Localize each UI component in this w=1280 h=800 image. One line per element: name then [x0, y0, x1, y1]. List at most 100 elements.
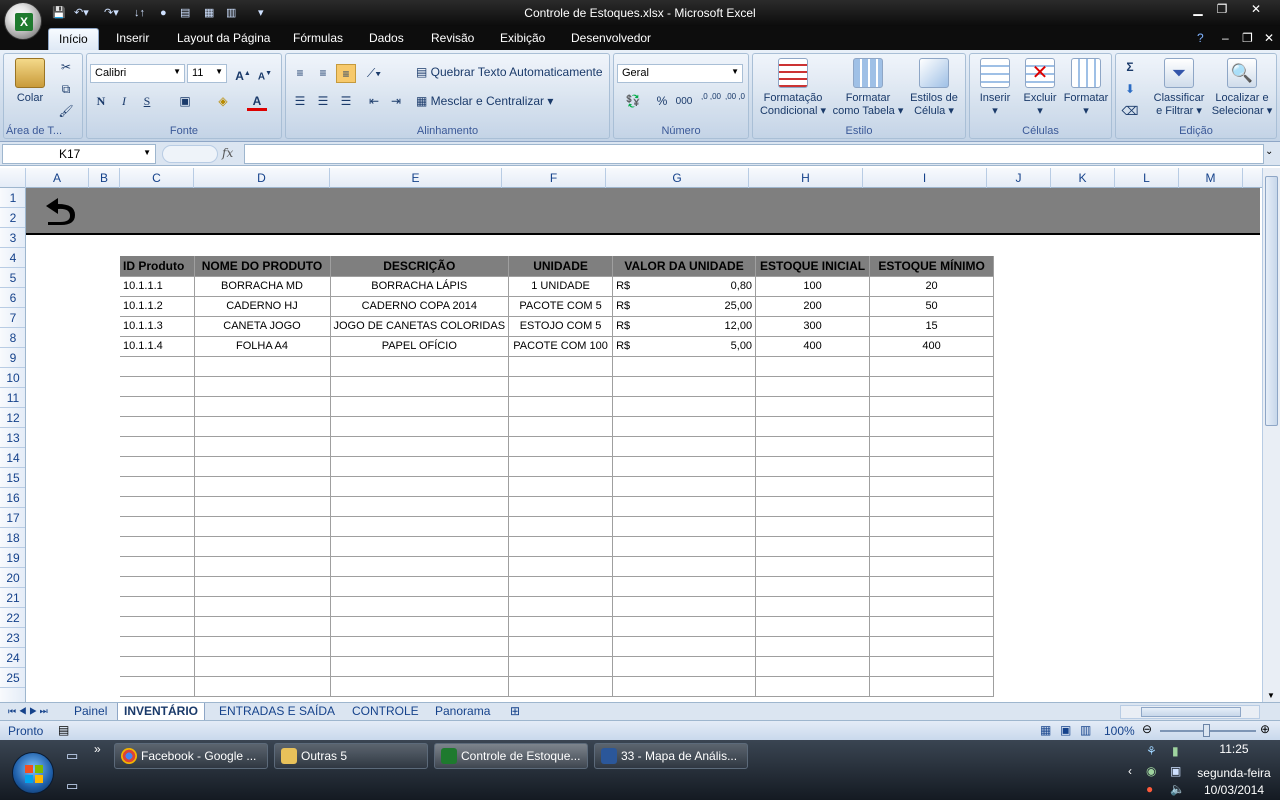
- empty-cell[interactable]: [120, 496, 195, 517]
- zoom-slider-thumb[interactable]: [1203, 724, 1210, 737]
- taskbar-item-folders[interactable]: Outras 5: [274, 743, 428, 769]
- empty-cell[interactable]: [869, 476, 995, 497]
- empty-cell[interactable]: [120, 556, 195, 577]
- empty-cell[interactable]: [612, 456, 757, 477]
- increase-decimal-button[interactable]: ,0 ,00: [700, 92, 722, 111]
- tray-clock[interactable]: 11:25 segunda-feira 10/03/2014: [1194, 742, 1274, 797]
- empty-cell[interactable]: [869, 516, 995, 537]
- italic-button[interactable]: I: [114, 92, 134, 111]
- cell-unidade[interactable]: 1 UNIDADE: [508, 276, 614, 297]
- restore-icon[interactable]: ❐: [1208, 0, 1236, 18]
- fill-color-icon[interactable]: ◈: [213, 92, 233, 111]
- cell-styles-button[interactable]: Estilos de Célula ▾: [903, 58, 965, 118]
- paste-button[interactable]: Colar: [10, 58, 50, 105]
- sheet-tab-panorama[interactable]: Panorama: [429, 703, 496, 720]
- empty-cell[interactable]: [194, 456, 331, 477]
- select-all-corner[interactable]: [0, 168, 26, 188]
- row-header[interactable]: 25: [0, 668, 25, 688]
- header-estoque-inicial[interactable]: ESTOQUE INICIAL: [755, 256, 871, 277]
- empty-cell[interactable]: [330, 376, 510, 397]
- cell-id[interactable]: 10.1.1.3: [120, 316, 195, 337]
- tab-inicio[interactable]: Início: [48, 28, 99, 50]
- empty-cell[interactable]: [869, 556, 995, 577]
- percent-button[interactable]: %: [652, 92, 672, 111]
- font-size-combo[interactable]: 11 ▼: [187, 64, 227, 83]
- align-center-icon[interactable]: ☰: [313, 92, 333, 111]
- column-header[interactable]: F: [502, 168, 606, 188]
- sheet-tab-inventario[interactable]: INVENTÁRIO: [117, 703, 206, 720]
- taskbar-item-word[interactable]: 33 - Mapa de Anális...: [594, 743, 748, 769]
- empty-cell[interactable]: [869, 416, 995, 437]
- shrink-font-icon[interactable]: A▼: [255, 64, 275, 83]
- empty-cell[interactable]: [194, 436, 331, 457]
- empty-cell[interactable]: [612, 656, 757, 677]
- row-header[interactable]: 23: [0, 628, 25, 648]
- autosum-button[interactable]: Σ: [1120, 58, 1140, 77]
- empty-cell[interactable]: [120, 516, 195, 537]
- column-header[interactable]: A: [26, 168, 89, 188]
- row-header[interactable]: 5: [0, 268, 25, 288]
- empty-cell[interactable]: [508, 496, 614, 517]
- empty-cell[interactable]: [508, 676, 614, 697]
- vertical-scroll-thumb[interactable]: [1265, 176, 1278, 426]
- row-header[interactable]: 2: [0, 208, 25, 228]
- tab-exibicao[interactable]: Exibição: [500, 31, 545, 45]
- empty-cell[interactable]: [330, 676, 510, 697]
- empty-cell[interactable]: [612, 356, 757, 377]
- empty-cell[interactable]: [508, 396, 614, 417]
- row-header[interactable]: 8: [0, 328, 25, 348]
- empty-cell[interactable]: [755, 496, 871, 517]
- empty-cell[interactable]: [869, 656, 995, 677]
- empty-cell[interactable]: [194, 556, 331, 577]
- taskbar-item-chrome[interactable]: Facebook - Google ...: [114, 743, 268, 769]
- tab-revisao[interactable]: Revisão: [431, 31, 474, 45]
- empty-cell[interactable]: [869, 596, 995, 617]
- row-header[interactable]: 11: [0, 388, 25, 408]
- header-unidade[interactable]: UNIDADE: [508, 256, 614, 277]
- empty-cell[interactable]: [330, 416, 510, 437]
- cell-valor[interactable]: R$ 25,00: [612, 296, 757, 317]
- conditional-format-button[interactable]: Formatação Condicional ▾: [756, 58, 830, 118]
- empty-cell[interactable]: [612, 596, 757, 617]
- column-header[interactable]: G: [606, 168, 749, 188]
- zoom-out-icon[interactable]: ⊖: [1142, 722, 1152, 736]
- tray-volume-icon[interactable]: 🔈: [1170, 782, 1185, 796]
- empty-cell[interactable]: [755, 556, 871, 577]
- cell-inicial[interactable]: 300: [755, 316, 871, 337]
- empty-cell[interactable]: [755, 616, 871, 637]
- empty-cell[interactable]: [194, 396, 331, 417]
- empty-cell[interactable]: [755, 476, 871, 497]
- row-header[interactable]: 20: [0, 568, 25, 588]
- merge-center-button[interactable]: ▦ Mesclar e Centralizar ▾: [416, 94, 553, 108]
- empty-cell[interactable]: [120, 536, 195, 557]
- cell-inicial[interactable]: 200: [755, 296, 871, 317]
- empty-cell[interactable]: [869, 356, 995, 377]
- empty-cell[interactable]: [755, 656, 871, 677]
- thousands-button[interactable]: 000: [674, 92, 694, 111]
- start-button[interactable]: [12, 752, 54, 794]
- cell-id[interactable]: 10.1.1.1: [120, 276, 195, 297]
- empty-cell[interactable]: [612, 576, 757, 597]
- delete-cells-button[interactable]: ✕ Excluir ▾: [1018, 58, 1062, 118]
- empty-cell[interactable]: [194, 636, 331, 657]
- align-left-icon[interactable]: ☰: [290, 92, 310, 111]
- empty-cell[interactable]: [612, 496, 757, 517]
- empty-cell[interactable]: [612, 556, 757, 577]
- empty-cell[interactable]: [120, 456, 195, 477]
- empty-cell[interactable]: [194, 596, 331, 617]
- row-header[interactable]: 1: [0, 188, 25, 208]
- column-header[interactable]: K: [1051, 168, 1115, 188]
- find-select-button[interactable]: 🔍 Localizar e Selecionar ▾: [1210, 58, 1274, 118]
- increase-indent-icon[interactable]: ⇥: [386, 92, 406, 111]
- clear-icon[interactable]: ⌫: [1120, 102, 1140, 121]
- horizontal-scroll-thumb[interactable]: [1141, 707, 1241, 717]
- cell-nome[interactable]: CANETA JOGO: [194, 316, 331, 337]
- currency-icon[interactable]: 💱: [620, 92, 646, 111]
- header-valor[interactable]: VALOR DA UNIDADE: [612, 256, 757, 277]
- cell-minimo[interactable]: 400: [869, 336, 995, 357]
- format-cells-button[interactable]: Formatar ▾: [1063, 58, 1109, 118]
- column-header[interactable]: I: [863, 168, 987, 188]
- decrease-indent-icon[interactable]: ⇤: [364, 92, 384, 111]
- fill-icon[interactable]: ⬇: [1120, 80, 1140, 99]
- row-header[interactable]: 13: [0, 428, 25, 448]
